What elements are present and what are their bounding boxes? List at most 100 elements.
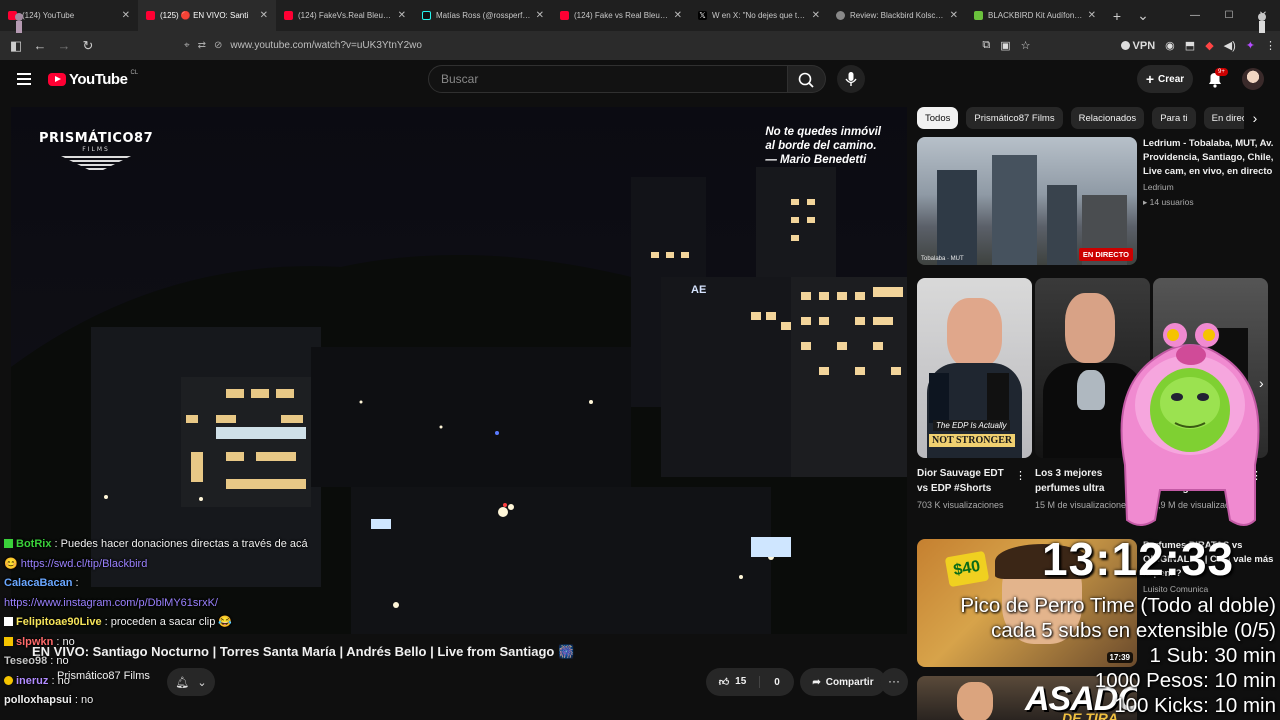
overlay-line: Pico de Perro Time (Todo al doble) — [960, 594, 1276, 617]
thumbs-up-icon: 👍︎ — [718, 677, 730, 688]
browser-tab[interactable]: Matías Ross (@rossperfume ✕ — [414, 0, 552, 31]
video-duration: 17:39 — [1106, 652, 1133, 663]
thumb-bottle — [929, 373, 949, 423]
corner-sticker-icon — [1258, 13, 1266, 33]
like-button[interactable]: 👍︎ 15 — [706, 676, 760, 688]
thumb-bottle — [987, 373, 1009, 425]
dislike-button[interactable]: 0 — [760, 677, 794, 688]
chip-channel[interactable]: Prismático87 Films — [966, 107, 1063, 129]
youtube-icon — [560, 11, 569, 20]
minimize-icon[interactable]: — — [1178, 0, 1212, 31]
live-viewers: ▸ 14 usuarios — [1143, 197, 1194, 207]
search-icon — [798, 72, 814, 88]
bookmark-icon[interactable]: ☆ — [1021, 39, 1031, 52]
cast-icon[interactable]: ▣ — [1000, 39, 1010, 52]
close-tab-icon[interactable]: ✕ — [1088, 10, 1096, 21]
sound-icon[interactable]: ◀) — [1224, 39, 1236, 52]
chat-message: ineruz : no — [4, 672, 324, 692]
chip-for-you[interactable]: Para ti — [1152, 107, 1196, 129]
more-actions-button[interactable]: ··· — [880, 668, 908, 696]
account-avatar[interactable] — [1242, 68, 1264, 90]
chat-message: Teseo98 : no — [4, 655, 69, 667]
address-bar[interactable]: ⌖ ⇄ ⊘ www.youtube.com/watch?v=uUK3YtnY2w… — [178, 35, 1004, 56]
stream-clock: 13:12:33 — [1042, 533, 1235, 585]
video-title[interactable]: Ledrium - Tobalaba, MUT, Av. Providencia… — [1143, 137, 1275, 179]
chip-related[interactable]: Relacionados — [1070, 107, 1145, 129]
tiktok-icon — [422, 11, 431, 20]
search-button[interactable] — [788, 65, 826, 93]
browser-tab[interactable]: BLACKBIRD Kit Audífonos Y ✕ — [966, 0, 1104, 31]
thumb-building — [1047, 185, 1077, 265]
channel-watermark: PRISMÁTICO87 FILMS — [39, 131, 153, 170]
close-tab-icon[interactable]: ✕ — [398, 10, 406, 21]
share-button[interactable]: ➦ Compartir — [800, 668, 886, 696]
site-settings-icon[interactable]: ⇄ — [198, 40, 206, 51]
tab-list-icon[interactable]: ⌄ — [1130, 7, 1156, 24]
close-tab-icon[interactable]: ✕ — [950, 10, 958, 21]
stream-chat-overlay: BotRix : Puedes hacer donaciones directa… — [4, 535, 324, 711]
browser-tab-bar: (124) YouTube ✕ (125) 🔴 EN VIVO: Santi ✕ (… — [0, 0, 1280, 31]
store-icon — [974, 11, 983, 20]
reload-icon[interactable]: ↻ — [76, 38, 100, 54]
extensions-icon[interactable]: ⬒ — [1185, 39, 1195, 52]
overlay-line: 100 Kicks: 10 min — [1114, 694, 1276, 717]
browser-tab[interactable]: Review: Blackbird Kolsch | Bl ✕ — [828, 0, 966, 31]
browser-tab-active[interactable]: (125) 🔴 EN VIVO: Santi ✕ — [138, 0, 276, 31]
notifications-badge: 9+ — [1215, 68, 1228, 76]
overlay-line: 1000 Pesos: 10 min — [1094, 669, 1276, 692]
check-badge-icon — [4, 617, 13, 626]
recommendation-chips: Todos Prismático87 Films Relacionados Pa… — [917, 107, 1277, 129]
vpn-button[interactable]: VPN — [1120, 40, 1155, 52]
close-tab-icon[interactable]: ✕ — [674, 10, 682, 21]
recommended-video[interactable]: EN DIRECTO Tobalaba · MUT Ledrium - Toba… — [917, 137, 1275, 265]
sidebar-icon[interactable]: ◧ — [4, 38, 28, 54]
watermark-stripes — [61, 156, 132, 170]
forward-icon[interactable]: → — [52, 38, 76, 53]
browser-tab[interactable]: 𝕏W en X: "No dejes que te cu ✕ — [690, 0, 828, 31]
chips-next-icon[interactable]: › — [1244, 107, 1266, 129]
chat-message: BotRix : Puedes hacer donaciones directa… — [4, 538, 308, 570]
bot-badge-icon — [4, 539, 13, 548]
screenshot-icon[interactable]: ⧉ — [982, 39, 990, 52]
video-quote: No te quedes inmóvil al borde del camino… — [765, 126, 881, 166]
plus-icon: + — [1145, 71, 1155, 87]
thumb-building — [937, 170, 977, 265]
channel-name[interactable]: Ledrium — [1143, 180, 1275, 194]
like-dislike-group: 👍︎ 15 0 — [706, 668, 794, 696]
share-icon: ➦ — [812, 676, 821, 688]
svg-text:AE: AE — [691, 284, 706, 296]
overlay-line: 1 Sub: 30 min — [1149, 644, 1277, 667]
close-tab-icon[interactable]: ✕ — [122, 10, 130, 21]
new-tab-icon[interactable]: + — [1104, 8, 1130, 24]
search-input[interactable]: Buscar — [428, 65, 788, 93]
extension-badge-icon[interactable]: ◆ — [1205, 39, 1213, 52]
voice-search-button[interactable] — [837, 65, 865, 93]
menu-hamburger-icon[interactable] — [17, 73, 31, 85]
youtube-header: YouTube CL Buscar + Crear 9+ — [0, 60, 1280, 100]
browser-tab[interactable]: (124) Fake vs Real Bleu de Ch✕ — [552, 0, 690, 31]
tracking-icon[interactable]: ⊘ — [214, 40, 222, 51]
close-tab-icon[interactable]: ✕ — [812, 10, 820, 21]
youtube-play-icon — [48, 73, 66, 86]
close-tab-icon[interactable]: ✕ — [536, 10, 544, 21]
short-thumbnail[interactable]: The EDP Is Actually NOT STRONGER — [917, 278, 1032, 458]
close-tab-icon[interactable]: ✕ — [260, 10, 268, 21]
youtube-icon — [146, 11, 155, 20]
corner-sticker-icon — [15, 13, 23, 33]
video-thumbnail[interactable]: EN DIRECTO Tobalaba · MUT — [917, 137, 1137, 265]
ai-icon[interactable]: ✦ — [1246, 39, 1255, 52]
browser-tab[interactable]: (124) FakeVs.Real Bleu de Ch✕ — [276, 0, 414, 31]
location-icon[interactable]: ⌖ — [184, 40, 190, 51]
more-options-icon[interactable]: ⋮ — [1015, 469, 1026, 482]
youtube-logo[interactable]: YouTube CL — [48, 70, 138, 88]
chip-todos[interactable]: Todos — [917, 107, 959, 129]
profile-icon[interactable]: ◉ — [1165, 39, 1175, 52]
create-button[interactable]: + Crear — [1137, 65, 1193, 93]
back-icon[interactable]: ← — [28, 38, 52, 53]
mic-icon — [845, 72, 857, 86]
review-icon — [836, 11, 845, 20]
video-info: Ledrium - Tobalaba, MUT, Av. Providencia… — [1143, 137, 1275, 209]
menu-icon[interactable]: ⋮ — [1265, 39, 1276, 52]
short-item[interactable]: The EDP Is Actually NOT STRONGER Dior Sa… — [917, 278, 1032, 512]
maximize-icon[interactable]: ☐ — [1212, 0, 1246, 31]
